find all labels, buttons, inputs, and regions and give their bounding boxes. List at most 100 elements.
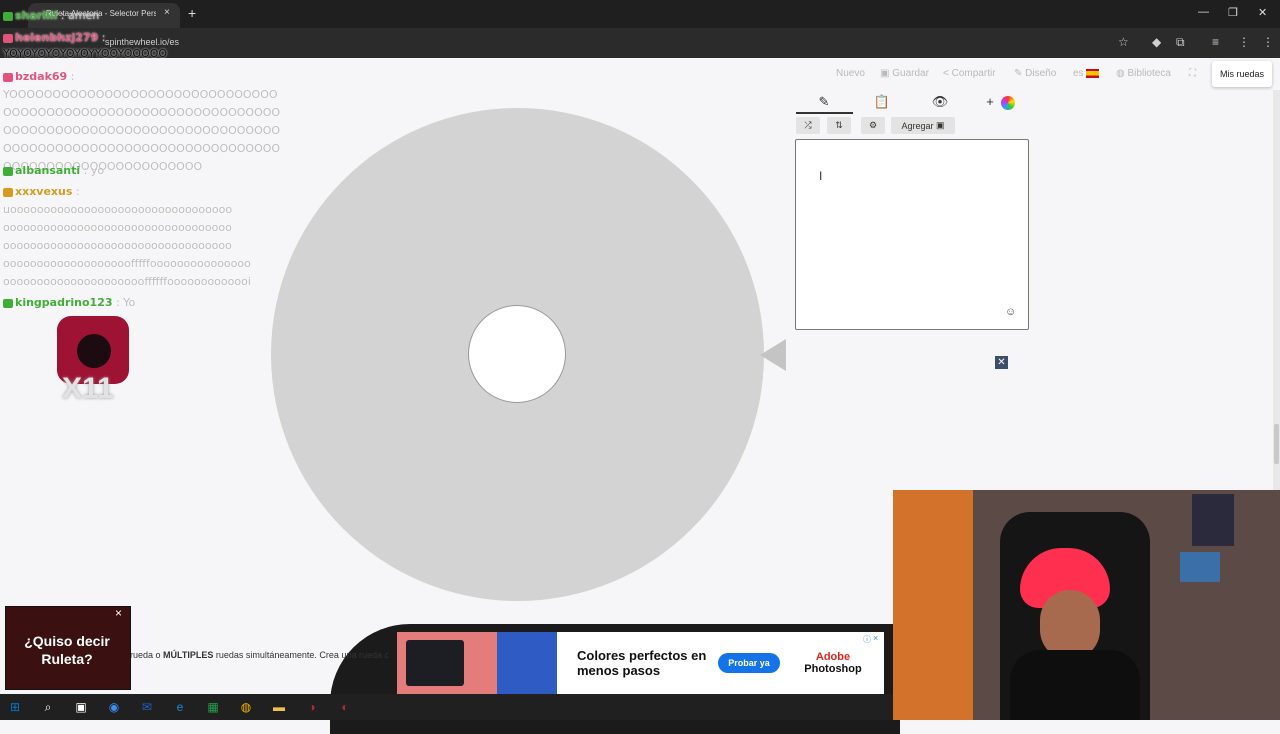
shuffle-button[interactable]: ⤮ [796, 117, 820, 134]
info-text-a: rueda o [130, 650, 164, 660]
sort-button[interactable]: ⇅ [827, 117, 851, 134]
taskbar-app-icon[interactable]: ◐ [336, 698, 354, 716]
wheel-center-button[interactable] [468, 305, 566, 403]
hide-tab-icon[interactable]: 👁 [928, 94, 952, 112]
taskbar-app-icon[interactable]: ▣ [72, 698, 90, 716]
settings-button[interactable]: ⚙ [861, 117, 885, 134]
extension-icon[interactable]: ◆ [1152, 35, 1161, 49]
text-cursor-icon: I [819, 169, 823, 183]
site-nav: Nuevo ▣ Guardar < Compartir ✎ Diseño es … [0, 58, 1280, 90]
chat-text: : amen [57, 9, 100, 22]
chat-text: OOOOOOOOOOOOOOOOOOOOOOOOOOOOOOOO [3, 106, 281, 119]
wheel-pointer [760, 339, 786, 371]
chat-username: helenbhzj279 [15, 31, 99, 44]
chat-text: : yo [80, 164, 105, 177]
share-icon: < [943, 68, 952, 79]
taskbar-app-icon[interactable]: ▬ [270, 698, 288, 716]
menu-icon[interactable]: ⋮ [1262, 35, 1274, 49]
chat-username: bzdak69 [15, 70, 68, 83]
add-wheel-tab[interactable]: + [978, 94, 1002, 112]
nav-nuevo[interactable]: Nuevo [836, 68, 865, 79]
taskbar-app-icon[interactable]: ✉ [138, 698, 156, 716]
webcam-poster-2 [1180, 552, 1220, 582]
ad-close-icon[interactable]: × [873, 633, 878, 643]
promo-text[interactable]: ¿Quiso decir Ruleta? [10, 632, 124, 668]
profile-icon[interactable]: ⋮ [1238, 35, 1250, 49]
chat-message: oooooooooooooooooooooooooooooooooo [3, 239, 232, 252]
ad-brand-line2: Photoshop [804, 663, 862, 675]
taskbar-app-icon[interactable]: ◉ [105, 698, 123, 716]
clipboard-tab-icon[interactable]: 📋 [870, 94, 894, 112]
chat-message: ooooooooooooooooooofffffooooooooooooooo [3, 257, 251, 270]
ad-cta-button[interactable]: Probar ya [718, 653, 780, 673]
nav-guardar[interactable]: ▣ Guardar [880, 68, 929, 79]
chat-message: uooooooooooooooooooooooooooooooooo [3, 203, 232, 216]
browser-tab-bar: Ruleta Aleatoria - Selector Pers × + — ❐… [0, 0, 1280, 28]
chat-text: OOOOOOOOOOOOOOOOOOOOOOOOOOOOOOOO [3, 124, 281, 137]
chat-message: sharilii : amen [3, 9, 99, 22]
maximize-button[interactable]: ❐ [1228, 6, 1238, 19]
color-wheel-icon[interactable] [1001, 96, 1015, 110]
close-panel-button[interactable]: ✕ [995, 356, 1008, 369]
chat-text: YOOOOOOOOOOOOOOOOOOOOOOOOOOOOOOO [3, 88, 278, 101]
minimize-button[interactable]: — [1198, 6, 1209, 18]
nav-biblioteca-label: Biblioteca [1127, 68, 1171, 79]
chat-message: xxxvexus : [3, 185, 80, 198]
entries-textarea[interactable] [795, 139, 1029, 330]
chat-text: : [67, 70, 75, 83]
chat-message: kingpadrino123 : Yo [3, 296, 135, 309]
ad-headline: Colores perfectos en menos pasos [577, 648, 707, 678]
agregar-label: Agregar [901, 120, 934, 131]
pencil-icon: ✎ [1014, 68, 1026, 79]
chat-badge-icon [3, 166, 13, 176]
chat-message: YOYOYOYOYOYOYYOOYOOOOO [3, 47, 167, 60]
puzzle-icon[interactable]: ⧉ [1176, 35, 1185, 50]
chat-text: : Yo [112, 296, 136, 309]
chat-message: OOOOOOOOOOOOOOOOOOOOOOOOOOOOOOOO [3, 124, 280, 137]
nav-diseno[interactable]: ✎ Diseño [1014, 68, 1056, 79]
emote-center [77, 334, 111, 368]
promo-close-icon[interactable]: × [115, 606, 122, 620]
chat-text: oooooooooooooooooooooffffffooooooooooooi [3, 275, 251, 288]
nav-compartir-label: Compartir [951, 68, 996, 79]
bookmark-star-icon[interactable]: ☆ [1118, 35, 1129, 49]
chat-message: OOOOOOOOOOOOOOOOOOOOOOOOOOOOOOOO [3, 106, 280, 119]
taskbar [0, 694, 893, 720]
chat-badge-icon [3, 11, 13, 21]
nav-biblioteca[interactable]: ◍ Biblioteca [1116, 68, 1171, 79]
playlist-icon[interactable]: ≡ [1212, 35, 1219, 49]
chat-message: oooooooooooooooooooooffffffooooooooooooi [3, 275, 251, 288]
ad-info-icon[interactable]: ⓘ [863, 634, 871, 645]
mis-ruedas-button[interactable]: Mis ruedas [1212, 61, 1272, 87]
nav-language[interactable]: es [1073, 68, 1100, 79]
emoji-icon[interactable]: ☺ [1005, 306, 1016, 318]
tab-close-icon[interactable]: × [164, 7, 170, 18]
emote-count: X11 [62, 372, 114, 405]
chat-text: : [72, 185, 80, 198]
edit-tab-icon[interactable]: ✎ [812, 94, 836, 112]
nav-diseno-label: Diseño [1025, 68, 1057, 79]
nav-compartir[interactable]: < Compartir [943, 68, 996, 79]
webcam-streamer-shirt [1010, 650, 1140, 720]
chat-username: xxxvexus [15, 185, 73, 198]
chat-text: : [98, 31, 106, 44]
taskbar-app-icon[interactable]: ⊞ [6, 698, 24, 716]
chat-username: albansanti [15, 164, 81, 177]
chat-text: ooooooooooooooooooofffffooooooooooooooo [3, 257, 251, 270]
taskbar-app-icon[interactable]: ◑ [303, 698, 321, 716]
chat-text: uooooooooooooooooooooooooooooooooo [3, 203, 233, 216]
url-field[interactable]: spinthewheel.io/es [105, 37, 179, 47]
fullscreen-icon[interactable]: ⛶ [1189, 68, 1196, 79]
chat-badge-icon [3, 33, 13, 43]
new-tab-button[interactable]: + [188, 5, 196, 21]
scrollbar-thumb[interactable] [1274, 424, 1279, 464]
taskbar-app-icon[interactable]: ⌕ [39, 698, 57, 716]
taskbar-app-icon[interactable]: ◍ [237, 698, 255, 716]
chat-badge-icon [3, 298, 13, 308]
ad-brand: Adobe Photoshop [797, 651, 869, 675]
taskbar-app-icon[interactable]: e [171, 698, 189, 716]
close-window-button[interactable]: ✕ [1258, 6, 1267, 19]
agregar-button[interactable]: Agregar ▣ [891, 117, 955, 134]
taskbar-app-icon[interactable]: ▦ [204, 698, 222, 716]
webcam-wall [893, 490, 973, 720]
